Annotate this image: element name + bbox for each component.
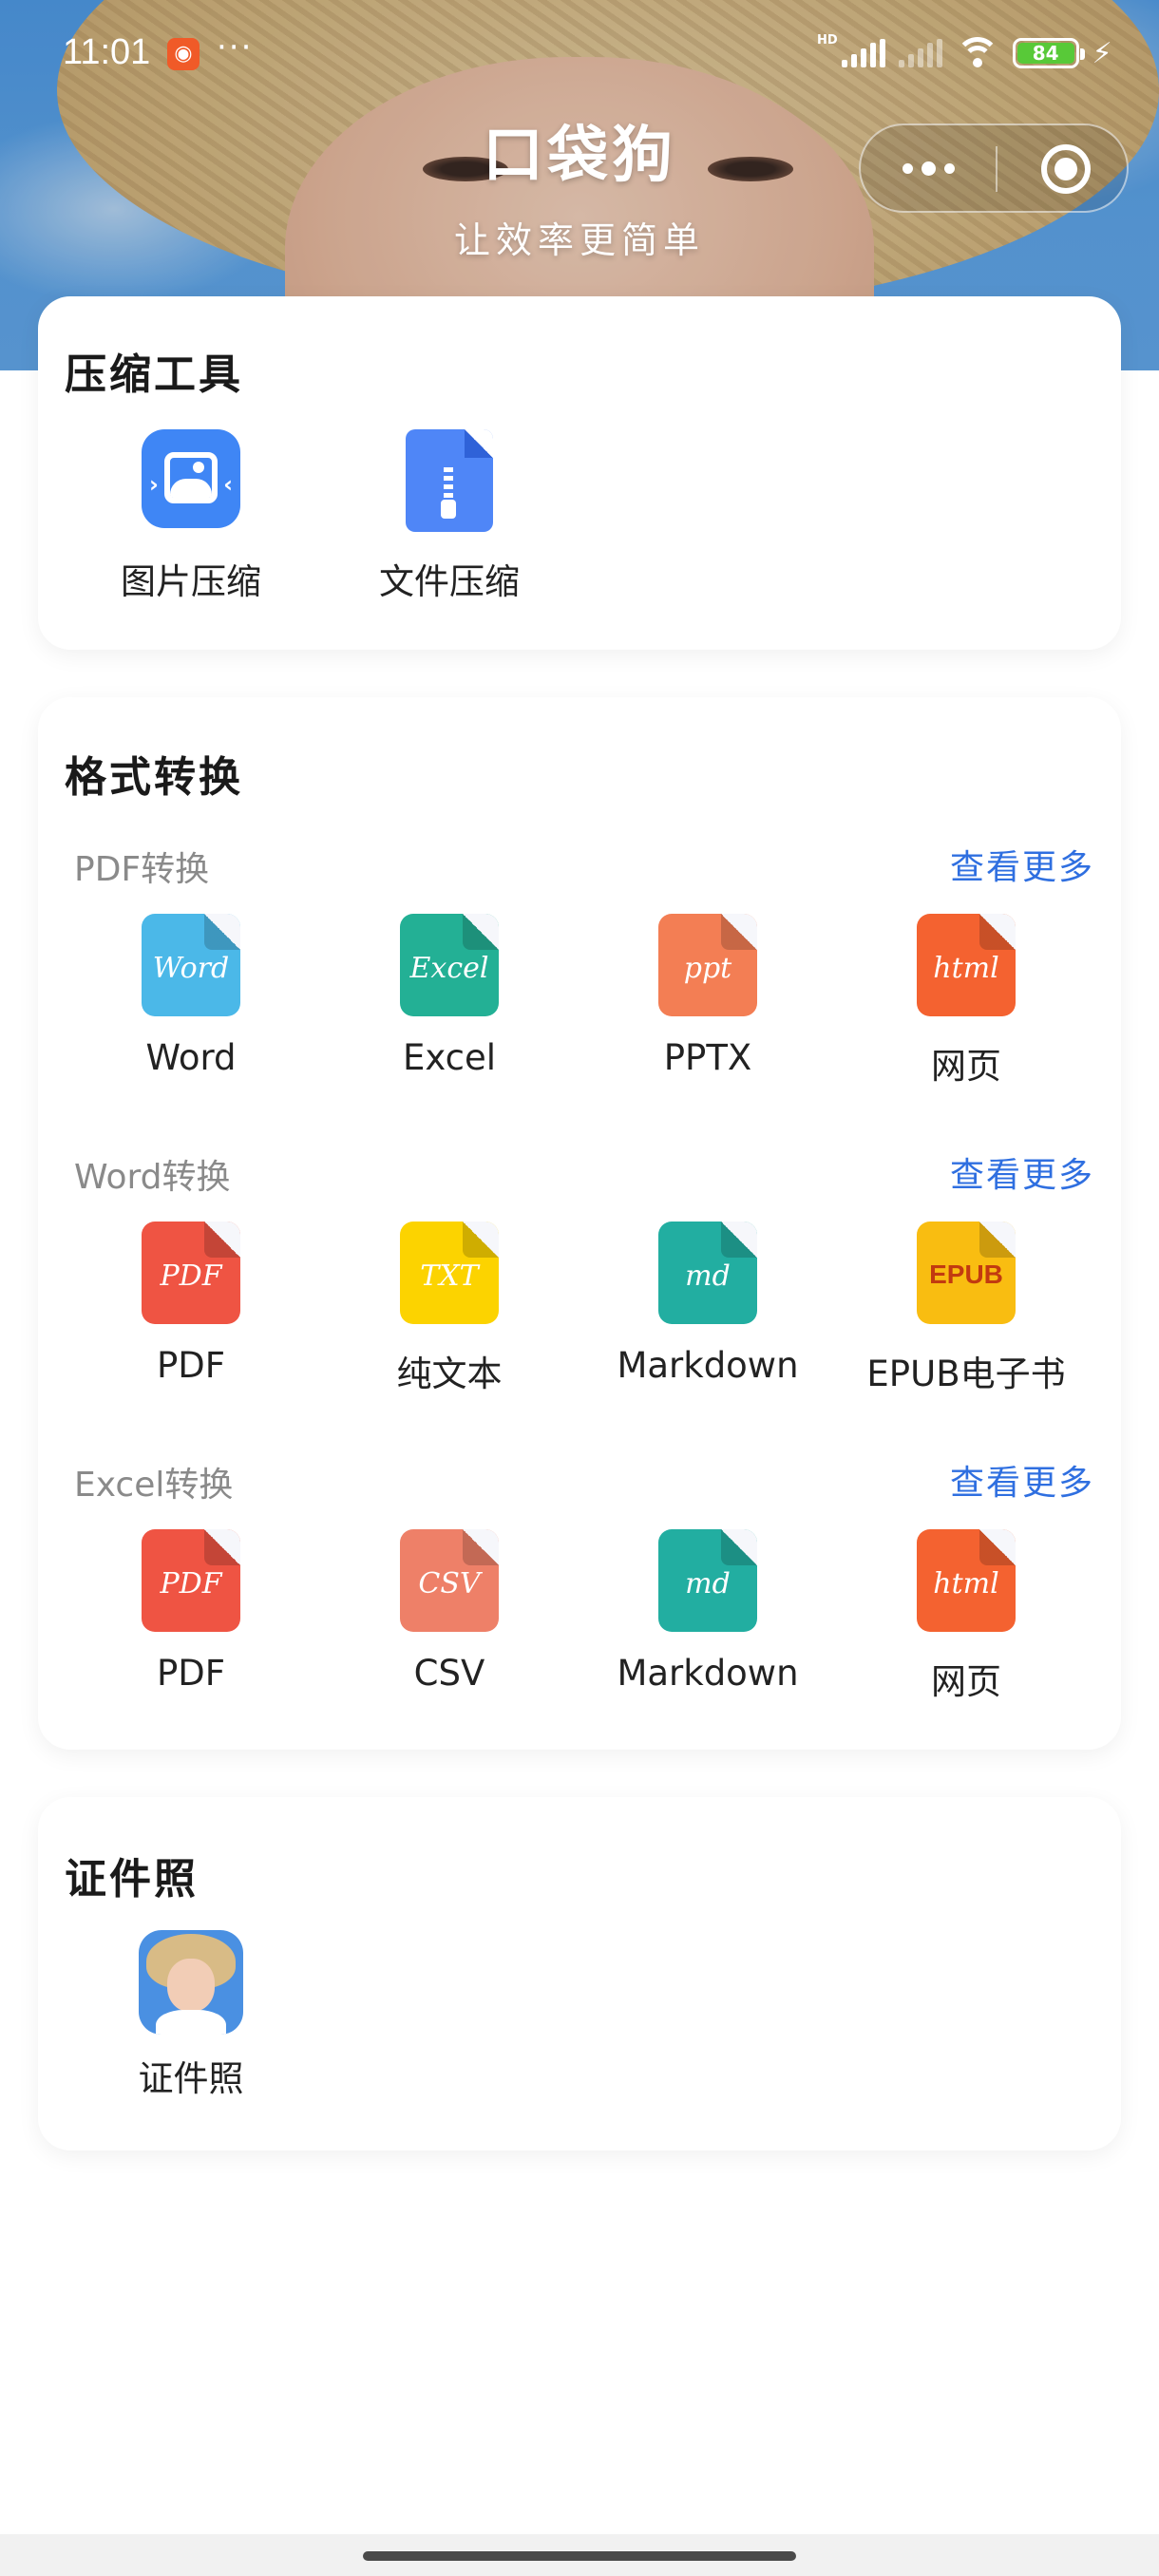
hd-label: HD [817, 32, 838, 47]
status-indicators: HD 84 ⚡︎ [817, 32, 1112, 72]
word-file-icon: Word [142, 914, 240, 1016]
view-more-link-excel[interactable]: 查看更多 [950, 1455, 1094, 1505]
ppt-file-icon: ppt [658, 914, 757, 1016]
image-compress-button[interactable]: › ‹ 图片压缩 [63, 429, 319, 604]
tool-label: PDF [156, 1345, 226, 1386]
tool-label: Excel [402, 1037, 496, 1078]
pdf-file-icon: PDF [142, 1222, 240, 1324]
cellular-signal-2-icon [898, 39, 942, 67]
convert-excel-to-pdf-button[interactable]: PDF PDF [63, 1529, 319, 1694]
tool-label: CSV [413, 1653, 485, 1694]
tool-label: Markdown [617, 1653, 799, 1694]
id-photo-thumbnail [139, 1930, 243, 2035]
epub-file-icon: EPUB [917, 1222, 1016, 1324]
convert-excel-to-markdown-button[interactable]: md Markdown [580, 1529, 836, 1694]
convert-word-to-pdf-button[interactable]: PDF PDF [63, 1222, 319, 1386]
battery-level: 84 [1016, 43, 1074, 64]
group-label-pdf: PDF转换 [74, 850, 210, 889]
tool-label: 网页 [931, 1661, 1001, 1702]
tool-label: Markdown [617, 1345, 799, 1386]
zip-file-icon [400, 429, 499, 532]
compression-card: 压缩工具 › ‹ 图片压缩 文件压缩 [38, 296, 1121, 650]
image-compress-icon: › ‹ [142, 429, 240, 532]
view-more-link-pdf[interactable]: 查看更多 [950, 840, 1094, 889]
convert-pdf-to-excel-button[interactable]: Excel Excel [321, 914, 578, 1078]
app-notification-icon: ◉ [167, 38, 200, 70]
section-title: 证件照 [65, 1855, 199, 1904]
tool-label: EPUB电子书 [866, 1354, 1066, 1394]
tool-label: 图片压缩 [121, 561, 261, 602]
status-overflow: ··· [217, 28, 254, 66]
tool-label: 文件压缩 [379, 561, 520, 602]
group-label-excel: Excel转换 [74, 1466, 234, 1505]
tool-label: Word [145, 1037, 237, 1078]
markdown-file-icon: md [658, 1529, 757, 1632]
cellular-signal-icon [841, 39, 885, 67]
app-subtitle: 让效率更简单 [453, 219, 705, 261]
format-conversion-card: 格式转换 PDF转换 查看更多 Word Word Excel Excel pp… [38, 697, 1121, 1750]
lightning-icon: ⚡︎ [1092, 36, 1112, 70]
pdf-file-icon: PDF [142, 1529, 240, 1632]
tool-label: 证件照 [138, 2058, 244, 2099]
tool-label: PPTX [663, 1037, 752, 1078]
home-indicator[interactable] [363, 2551, 796, 2561]
view-more-link-word[interactable]: 查看更多 [950, 1147, 1094, 1197]
tool-label: PDF [156, 1653, 226, 1694]
status-bar: 11:01 ◉ ··· HD 84 ⚡︎ [0, 0, 1159, 114]
convert-excel-to-csv-button[interactable]: CSV CSV [321, 1529, 578, 1694]
html-file-icon: html [917, 914, 1016, 1016]
wifi-icon [955, 37, 999, 69]
group-label-word: Word转换 [74, 1158, 231, 1197]
convert-pdf-to-pptx-button[interactable]: ppt PPTX [580, 914, 836, 1078]
app-title: 口袋狗 [483, 121, 676, 191]
section-title: 压缩工具 [65, 350, 243, 399]
csv-file-icon: CSV [400, 1529, 499, 1632]
markdown-file-icon: md [658, 1222, 757, 1324]
id-photo-button[interactable]: 证件照 [63, 1930, 319, 2101]
convert-pdf-to-word-button[interactable]: Word Word [63, 914, 319, 1078]
file-compress-button[interactable]: 文件压缩 [321, 429, 578, 604]
convert-word-to-txt-button[interactable]: TXT 纯文本 [321, 1222, 578, 1396]
convert-pdf-to-html-button[interactable]: html 网页 [838, 914, 1094, 1089]
id-photo-card: 证件照 证件照 [38, 1797, 1121, 2150]
html-file-icon: html [917, 1529, 1016, 1632]
tool-label: 网页 [931, 1046, 1001, 1087]
convert-excel-to-html-button[interactable]: html 网页 [838, 1529, 1094, 1704]
battery-icon: 84 [1012, 38, 1085, 68]
status-time: 11:01 [63, 32, 151, 72]
convert-word-to-epub-button[interactable]: EPUB EPUB电子书 [838, 1222, 1094, 1396]
convert-word-to-markdown-button[interactable]: md Markdown [580, 1222, 836, 1386]
tool-label: 纯文本 [396, 1354, 503, 1394]
section-title: 格式转换 [65, 753, 243, 802]
excel-file-icon: Excel [400, 914, 499, 1016]
txt-file-icon: TXT [400, 1222, 499, 1324]
